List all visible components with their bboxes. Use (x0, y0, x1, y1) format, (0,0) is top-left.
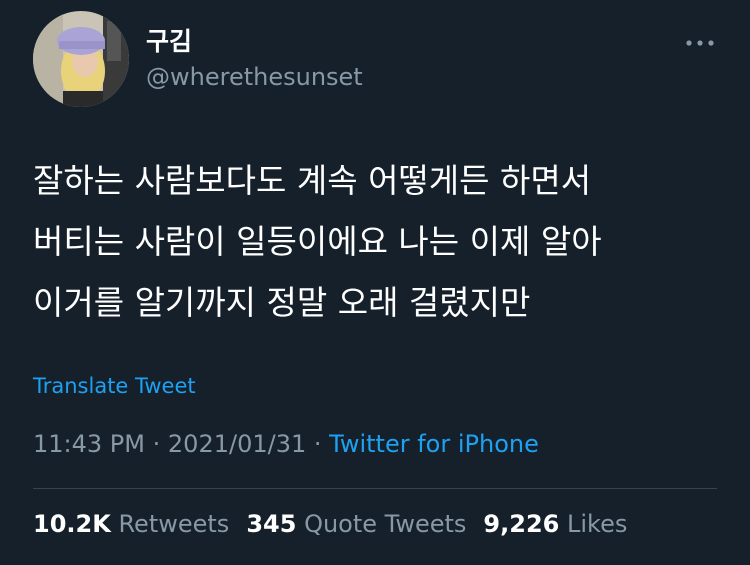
engagement-stats: 10.2K Retweets 345 Quote Tweets 9,226 Li… (33, 508, 644, 540)
more-horizontal-icon (686, 40, 714, 46)
retweets-label: Retweets (118, 510, 230, 538)
tweet-text: 잘하는 사람보다도 계속 어떻게든 하면서 버티는 사람이 일등이에요 나는 이… (33, 150, 723, 333)
author-handle[interactable]: @wherethesunset (146, 62, 363, 92)
tweet-source-link[interactable]: Twitter for iPhone (329, 430, 539, 458)
avatar[interactable] (33, 11, 129, 107)
more-options-button[interactable] (680, 30, 720, 56)
quote-tweets-count: 345 (246, 510, 297, 538)
tweet-text-line: 이거를 알기까지 정말 오래 걸렸지만 (33, 283, 531, 322)
tweet-metadata: 11:43 PM · 2021/01/31 · Twitter for iPho… (33, 428, 539, 460)
meta-separator: · (313, 430, 322, 458)
author-display-name[interactable]: 구김 (146, 26, 192, 58)
quote-tweets-stat[interactable]: 345 Quote Tweets (246, 508, 466, 540)
likes-count: 9,226 (483, 510, 560, 538)
quote-tweets-label: Quote Tweets (304, 510, 467, 538)
retweets-count: 10.2K (33, 510, 111, 538)
translate-tweet-link[interactable]: Translate Tweet (33, 371, 196, 401)
tweet-text-line: 버티는 사람이 일등이에요 나는 이제 알아 (33, 222, 602, 261)
divider (33, 488, 717, 489)
likes-label: Likes (566, 510, 628, 538)
avatar-image (33, 11, 129, 107)
retweets-stat[interactable]: 10.2K Retweets (33, 508, 229, 540)
tweet-time[interactable]: 11:43 PM (33, 430, 145, 458)
meta-separator: · (152, 430, 161, 458)
tweet-date[interactable]: 2021/01/31 (168, 430, 306, 458)
likes-stat[interactable]: 9,226 Likes (483, 508, 627, 540)
tweet-text-line: 잘하는 사람보다도 계속 어떻게든 하면서 (33, 161, 592, 200)
